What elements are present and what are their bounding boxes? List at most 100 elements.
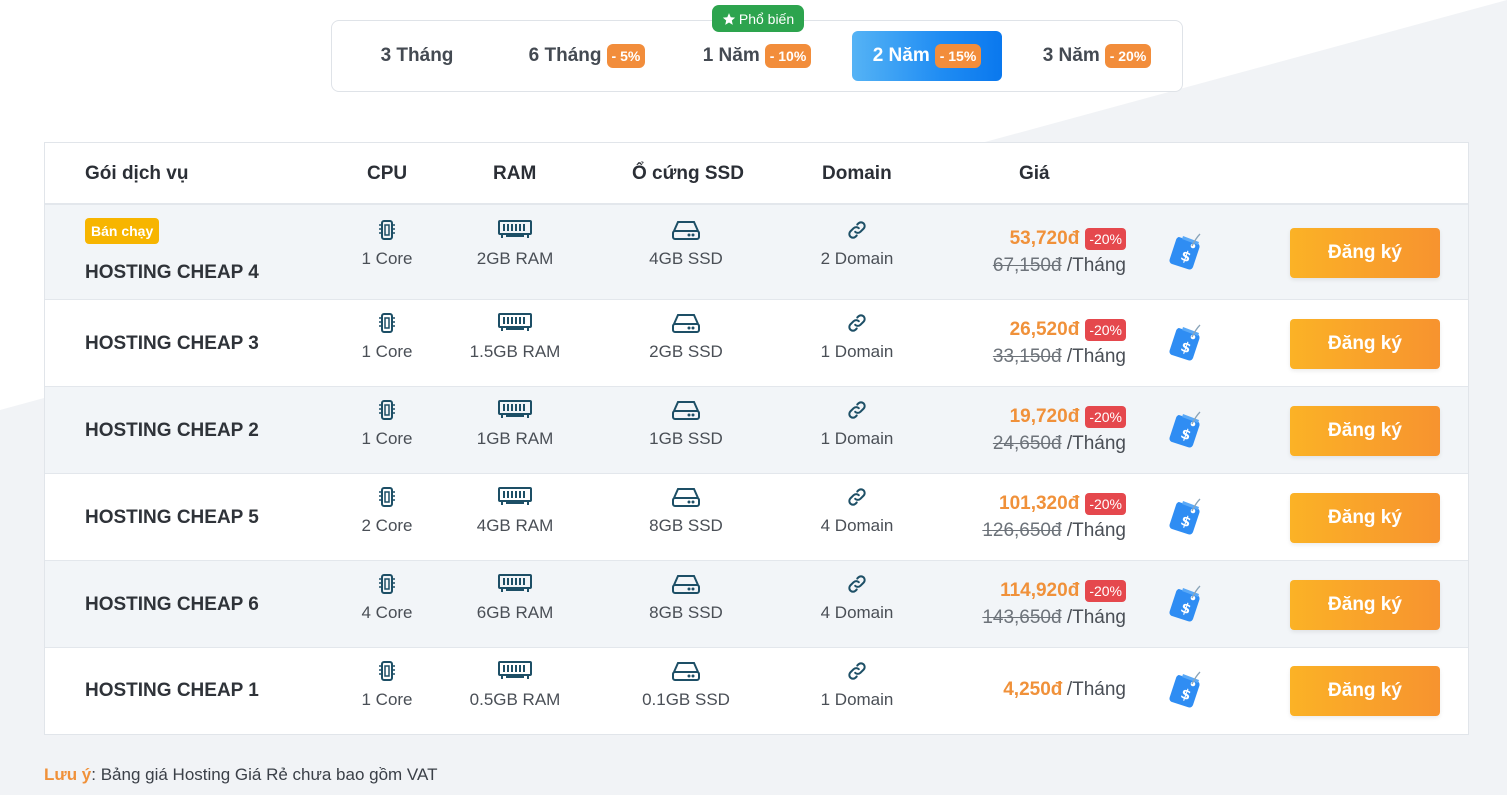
plan-name: HOSTING CHEAP 1 [85,680,259,701]
ram-cell: 1.5GB RAM [440,312,590,362]
ram-module-icon [440,312,590,336]
domain-cell: 1 Domain [782,312,932,362]
ssd-value: 2GB SSD [649,342,723,361]
cpu-value: 1 Core [361,249,413,268]
current-price: 26,520đ [1009,318,1080,340]
popular-badge-label: Phổ biến [738,10,795,27]
discount-badge: -20% [1085,318,1126,341]
ssd-cell: 8GB SSD [611,573,761,623]
ssd-value: 1GB SSD [649,429,723,448]
tab-label: 3 Năm [1042,45,1100,66]
plan-name: HOSTING CHEAP 2 [85,419,259,441]
hard-drive-icon [611,660,761,684]
per-month-label: /Tháng [1066,679,1126,700]
tab-3-nam[interactable]: 3 Năm - 20% [1032,31,1162,81]
footnote-text: : Bảng giá Hosting Giá Rẻ chưa bao gồm V… [91,765,438,784]
hard-drive-icon [611,312,761,336]
header-ram: RAM [493,163,537,184]
link-icon [782,486,932,510]
domain-cell: 4 Domain [782,573,932,623]
current-price: 101,320đ [999,492,1080,514]
domain-cell: 4 Domain [782,486,932,536]
ssd-cell: 1GB SSD [611,399,761,449]
ram-cell: 4GB RAM [440,486,590,536]
header-price: Giá [1019,163,1050,184]
link-icon [782,573,932,597]
tab-3-thang[interactable]: 3 Tháng [354,31,480,81]
ram-value: 1.5GB RAM [469,342,561,361]
ram-module-icon [440,486,590,510]
ram-module-icon [440,399,590,423]
discount-badge: -20% [1085,405,1126,428]
price-cell: 4,250đ /Tháng [1003,679,1126,701]
ssd-value: 8GB SSD [649,603,723,622]
old-price: 143,650đ [982,606,1062,628]
old-price: 33,150đ [992,345,1062,367]
register-button[interactable]: Đăng ký [1290,579,1440,630]
tab-1-nam[interactable]: 1 Năm - 10% [692,31,822,81]
pricing-table: Gói dịch vụ CPU RAM Ổ cứng SSD Domain Gi… [44,142,1469,735]
tab-label: 1 Năm [702,45,760,66]
tab-label: 6 Tháng [528,45,602,66]
domain-cell: 1 Domain [782,660,932,710]
register-button[interactable]: Đăng ký [1290,227,1440,278]
plan-name: HOSTING CHEAP 3 [85,332,259,354]
plan-name: HOSTING CHEAP 4 [85,261,259,283]
link-icon [782,660,932,684]
table-row: HOSTING CHEAP 2 1 Core 1GB RAM 1GB SSD 1 Dom… [45,387,1468,474]
ram-value: 6GB RAM [476,603,554,622]
tab-discount-badge: - 5% [606,44,646,68]
hard-drive-icon [611,219,761,243]
ram-value: 2GB RAM [476,249,554,268]
current-price: 114,920đ [1000,579,1080,601]
table-row: Bán chạy HOSTING CHEAP 4 1 Core 2GB RAM 4GB … [45,205,1468,300]
tab-6-thang[interactable]: 6 Tháng - 5% [517,31,657,81]
per-month-label: /Tháng [1066,606,1126,628]
price-tag-icon: $ [1165,494,1205,545]
ssd-cell: 2GB SSD [611,312,761,362]
tab-label: 2 Năm [872,45,930,66]
ram-value: 0.5GB RAM [469,690,561,709]
old-price: 24,650đ [992,432,1062,454]
ram-cell: 0.5GB RAM [440,660,590,710]
tab-discount-badge: - 20% [1104,44,1152,68]
table-header: Gói dịch vụ CPU RAM Ổ cứng SSD Domain Gi… [45,143,1468,205]
register-button[interactable]: Đăng ký [1290,492,1440,543]
price-tag-icon: $ [1165,320,1205,371]
price-cell: 53,720đ -20% 67,150đ /Tháng [993,227,1126,277]
ram-value: 1GB RAM [476,429,554,448]
ssd-cell: 4GB SSD [611,219,761,269]
table-row: HOSTING CHEAP 1 1 Core 0.5GB RAM 0.1GB SSD 1… [45,648,1468,734]
ram-module-icon [440,573,590,597]
domain-value: 2 Domain [820,249,894,268]
best-seller-badge: Bán chạy [85,218,160,244]
ram-value: 4GB RAM [476,516,554,535]
register-button[interactable]: Đăng ký [1290,318,1440,369]
current-price: 53,720đ [1009,227,1080,249]
tab-discount-badge: - 15% [934,44,982,68]
hard-drive-icon [611,486,761,510]
header-ssd: Ổ cứng SSD [632,163,744,184]
domain-value: 1 Domain [820,342,894,361]
plan-name: HOSTING CHEAP 6 [85,593,259,615]
ssd-value: 8GB SSD [649,516,723,535]
price-tag-icon: $ [1165,581,1205,632]
ram-module-icon [440,660,590,684]
billing-period-tabs: Phổ biến 3 Tháng 6 Tháng - 5% 1 Năm - 10… [331,5,1183,92]
per-month-label: /Tháng [1066,254,1126,276]
table-row: HOSTING CHEAP 5 2 Core 4GB RAM 8GB SSD 4 Dom… [45,474,1468,561]
tab-2-nam[interactable]: 2 Năm - 15% [852,31,1002,81]
cpu-value: 1 Core [361,342,413,361]
register-button[interactable]: Đăng ký [1290,405,1440,456]
per-month-label: /Tháng [1066,519,1126,541]
price-cell: 26,520đ -20% 33,150đ /Tháng [992,318,1126,368]
register-button[interactable]: Đăng ký [1290,666,1440,716]
ram-cell: 1GB RAM [440,399,590,449]
ram-module-icon [440,219,590,243]
header-plan: Gói dịch vụ [85,163,189,184]
per-month-label: /Tháng [1066,432,1126,454]
domain-value: 4 Domain [820,516,894,535]
link-icon [782,399,932,423]
link-icon [782,312,932,336]
domain-cell: 1 Domain [782,399,932,449]
